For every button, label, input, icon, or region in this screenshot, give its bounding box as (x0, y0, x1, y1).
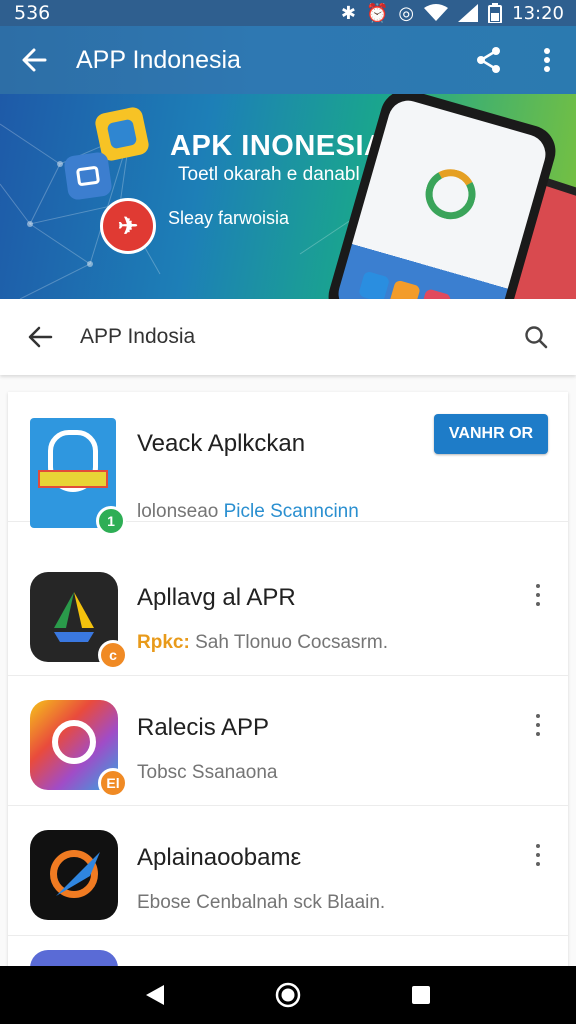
back-button[interactable] (0, 26, 68, 94)
arrow-left-icon (28, 326, 53, 348)
search-bar: APP Indosia (0, 299, 576, 375)
status-left-text: 536 (14, 2, 51, 24)
list-item[interactable]: El Ralecis APP Tobsc Ssanaona (8, 676, 568, 806)
search-button[interactable] (496, 325, 576, 349)
floating-app-icon-red: ✈ (100, 198, 156, 254)
vibrate-icon: ◎ (398, 2, 415, 24)
item-menu-button[interactable] (528, 580, 548, 610)
signal-icon (458, 4, 479, 22)
app-description-link[interactable]: Picle Scanncinn (224, 501, 359, 522)
alarm-icon: ⏰ (365, 2, 389, 24)
app-badge: 1 (96, 506, 126, 536)
list-item[interactable]: 1 Veack Aplkckan lolonseao Picle Scannci… (8, 392, 568, 536)
app-list: 1 Veack Aplkckan lolonseao Picle Scannci… (8, 392, 568, 982)
banner-tagline: Sleay farwoisia (168, 208, 290, 228)
status-icons: ✱ ⏰ ◎ 13:20 (341, 3, 564, 24)
page-title: APP Indonesia (76, 45, 241, 74)
home-nav-icon[interactable] (275, 982, 301, 1008)
app-description-rest: Sah Tlonuo Cocsasrm. (195, 632, 388, 653)
app-name: Aplainaoobamε (137, 844, 302, 871)
system-nav-bar (0, 966, 576, 1024)
app-description-prefix: Rpkc: (137, 632, 190, 653)
more-vert-icon (544, 48, 550, 72)
overflow-menu-button[interactable] (518, 26, 576, 94)
install-button[interactable]: VANHR OR (434, 414, 548, 454)
recents-nav-icon[interactable] (410, 984, 432, 1006)
app-description: Tobsc Ssanaona (137, 762, 278, 783)
arrow-logo-icon (56, 852, 100, 896)
item-menu-button[interactable] (528, 840, 548, 870)
app-icon (30, 830, 118, 920)
search-icon (525, 326, 548, 349)
bluetooth-icon: ✱ (340, 2, 356, 24)
banner-subtitle: Toetl okarah e danabl (178, 164, 360, 185)
arrow-left-icon (22, 48, 47, 72)
app-name: Veack Aplkckan (137, 430, 306, 457)
app-bar: APP Indonesia (0, 26, 576, 94)
list-item[interactable]: Aplainaoobamε Ebose Cenbalnah sck Blaain… (8, 806, 568, 936)
list-item[interactable]: c Apllavg al APR Rpkc: Sah Tlonuo Cocsas… (8, 546, 568, 676)
app-description: Rpkc: Sah Tlonuo Cocsasrm. (137, 632, 388, 654)
app-name: Apllavg al APR (137, 584, 296, 611)
app-badge: El (98, 768, 128, 798)
share-icon (477, 47, 500, 73)
app-description: lolonseao Picle Scanncinn (137, 501, 359, 523)
promo-banner[interactable]: ✈ APK INONESIA Toetl okarah e danabl Sle… (0, 94, 576, 299)
app-description: Ebose Cenbalnah sck Blaain. (137, 892, 386, 913)
wifi-icon (424, 4, 449, 21)
app-icon: 1 (30, 418, 126, 536)
battery-icon (488, 3, 503, 23)
share-button[interactable] (460, 26, 518, 94)
app-icon: El (30, 700, 128, 798)
search-input[interactable]: APP Indosia (80, 325, 496, 349)
app-description-prefix: lolonseao (137, 501, 219, 522)
app-icon: c (30, 572, 128, 670)
search-back-button[interactable] (0, 325, 80, 349)
clock: 13:20 (512, 2, 564, 24)
floating-app-icon-blue (63, 151, 113, 201)
item-menu-button[interactable] (528, 710, 548, 740)
status-bar: 536 ✱ ⏰ ◎ 13:20 (0, 0, 576, 26)
app-name: Ralecis APP (137, 714, 270, 741)
back-nav-icon[interactable] (144, 983, 166, 1007)
app-badge: c (98, 640, 128, 670)
banner-title: APK INONESIA (170, 130, 386, 162)
